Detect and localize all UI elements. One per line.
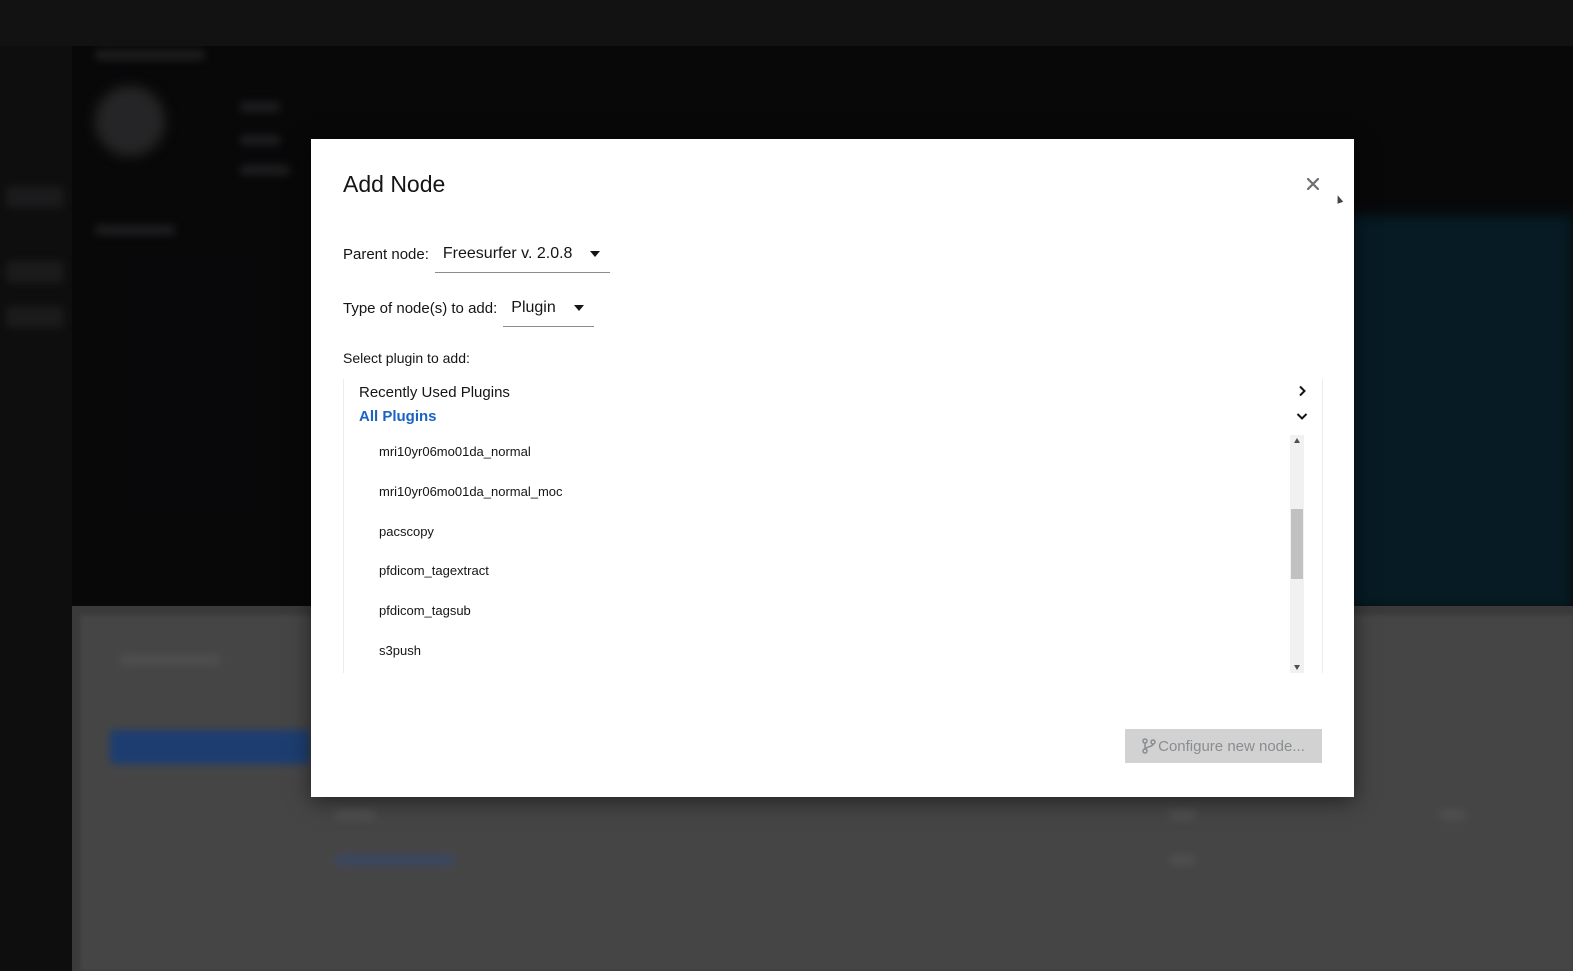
group-all-plugins[interactable]: All Plugins — [359, 405, 1309, 427]
branch-icon — [1142, 738, 1156, 754]
group-recently-used-label: Recently Used Plugins — [359, 383, 510, 401]
configure-new-node-button[interactable]: Configure new node... — [1125, 729, 1322, 763]
close-icon — [1307, 178, 1319, 190]
scrollbar-thumb[interactable] — [1291, 509, 1303, 579]
close-button[interactable] — [1301, 172, 1325, 196]
node-type-value: Plugin — [511, 299, 556, 316]
plugin-item[interactable]: pfdicom_tagextract — [344, 551, 1289, 591]
plugin-item[interactable]: pfdicom_tagsub — [344, 591, 1289, 631]
parent-node-value: Freesurfer v. 2.0.8 — [442, 245, 573, 262]
caret-down-icon — [590, 251, 601, 257]
plugin-list: mri10yr06mo01da_normal mri10yr06mo01da_n… — [344, 434, 1289, 672]
caret-down-icon — [573, 305, 584, 311]
node-type-row: Type of node(s) to add: Plugin — [343, 290, 594, 327]
chevron-right-icon — [1295, 385, 1309, 400]
plugin-item[interactable]: mri10yr06mo01da_normal — [344, 434, 1289, 472]
parent-node-label: Parent node: — [343, 246, 429, 263]
select-plugin-label: Select plugin to add: — [343, 350, 470, 366]
group-recently-used[interactable]: Recently Used Plugins — [359, 381, 1309, 403]
plugin-list-scrollbar[interactable] — [1290, 435, 1304, 673]
node-type-select[interactable]: Plugin — [503, 290, 594, 327]
scroll-down-icon[interactable] — [1294, 665, 1300, 670]
add-node-modal: Add Node Parent node: Freesurfer v. 2.0.… — [311, 139, 1354, 797]
plugin-item[interactable]: mri10yr06mo01da_normal_moc — [344, 472, 1289, 512]
plugin-item[interactable]: s3push — [344, 630, 1289, 670]
parent-node-row: Parent node: Freesurfer v. 2.0.8 — [343, 236, 611, 273]
scroll-up-icon[interactable] — [1294, 438, 1300, 443]
plugin-panel: Recently Used Plugins All Plugins mri10y… — [343, 379, 1323, 673]
modal-title: Add Node — [343, 171, 446, 197]
parent-node-select[interactable]: Freesurfer v. 2.0.8 — [434, 236, 611, 273]
group-all-plugins-label: All Plugins — [359, 407, 437, 425]
node-type-label: Type of node(s) to add: — [343, 300, 498, 317]
chevron-down-icon — [1295, 409, 1309, 424]
plugin-item[interactable]: pacscopy — [344, 511, 1289, 551]
configure-new-node-label: Configure new node... — [1158, 737, 1305, 755]
